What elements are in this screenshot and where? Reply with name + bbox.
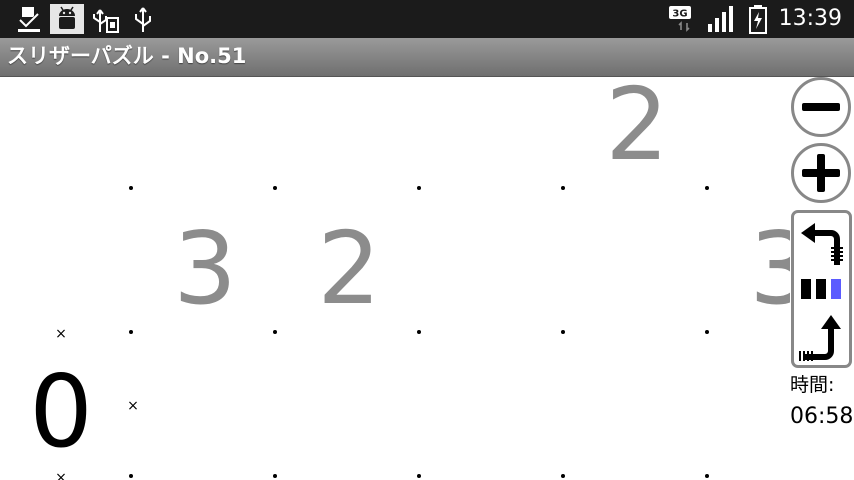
excluded-edge-mark[interactable]: × <box>54 327 68 341</box>
grid-dot <box>273 474 277 478</box>
excluded-edge-mark[interactable]: × <box>54 471 68 480</box>
clue-cell: 2 <box>317 210 381 327</box>
grid-dot <box>417 474 421 478</box>
grid-dot <box>129 474 133 478</box>
grid-dot <box>129 330 133 334</box>
history-panel <box>791 210 852 368</box>
zoom-in-button[interactable] <box>791 143 851 203</box>
plus-icon <box>802 154 840 192</box>
page-title: スリザーパズル - No.51 <box>7 44 247 68</box>
excluded-edge-mark[interactable]: × <box>126 399 140 413</box>
status-clock: 13:39 <box>778 6 842 31</box>
clue-cell: 0 <box>29 353 93 470</box>
grid-dot <box>417 330 421 334</box>
android-debug-icon <box>50 4 84 34</box>
clue-cell: 3 <box>749 210 790 327</box>
clue-cell: 2 <box>605 77 669 183</box>
grid-dot <box>561 186 565 190</box>
grid-dot <box>129 186 133 190</box>
timer-label: 時間: <box>790 374 835 396</box>
puzzle-board[interactable]: 2 3 2 3 0 × × × <box>0 77 790 480</box>
redo-icon[interactable] <box>797 313 847 363</box>
clue-cell: 3 <box>173 210 237 327</box>
grid-dot <box>705 474 709 478</box>
svg-text:3G: 3G <box>672 9 687 20</box>
grid-dot <box>561 474 565 478</box>
usb-icon <box>135 7 151 32</box>
grid-dot <box>273 330 277 334</box>
signal-icon <box>708 6 733 32</box>
history-progress-icon <box>801 279 841 299</box>
undo-icon[interactable] <box>797 217 847 267</box>
grid-dot <box>273 186 277 190</box>
status-bar: 3G 13:39 <box>0 0 854 38</box>
battery-charging-icon <box>749 5 767 34</box>
minus-icon <box>802 103 840 111</box>
usb-storage-icon <box>93 9 119 33</box>
grid-dot <box>705 186 709 190</box>
download-done-icon <box>18 7 40 32</box>
timer-value: 06:58 <box>790 404 854 429</box>
grid-dot <box>705 330 709 334</box>
network-3g-icon: 3G <box>669 6 691 32</box>
grid-dot <box>417 186 421 190</box>
grid-dot <box>561 330 565 334</box>
title-bar: スリザーパズル - No.51 <box>0 38 854 77</box>
zoom-out-button[interactable] <box>791 77 851 137</box>
